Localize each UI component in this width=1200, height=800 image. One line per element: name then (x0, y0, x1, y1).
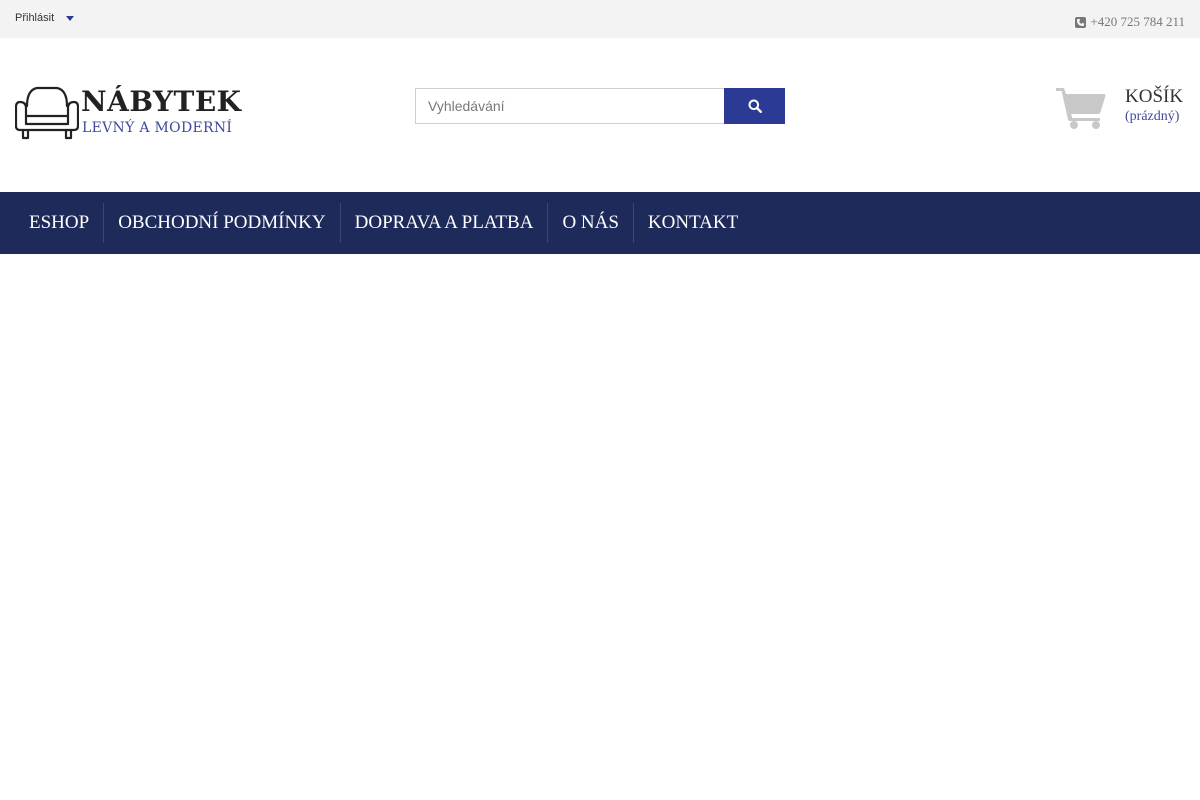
site-logo[interactable]: NÁBYTEK LEVNÝ A MODERNÍ (15, 84, 241, 144)
search-button[interactable] (724, 88, 785, 124)
phone-icon (1075, 16, 1087, 28)
logo-title: NÁBYTEK (81, 85, 242, 118)
nav-item-shipping-payment[interactable]: DOPRAVA A PLATBA (341, 203, 549, 243)
phone-contact: +420 725 784 211 (1075, 14, 1185, 30)
nav-item-eshop[interactable]: ESHOP (15, 203, 105, 243)
chevron-down-icon[interactable] (66, 16, 75, 21)
top-bar: Přihlásit +420 725 784 211 (0, 0, 1200, 38)
login-dropdown[interactable]: Přihlásit (15, 12, 75, 24)
cart-title[interactable]: KOŠÍK (1125, 86, 1183, 108)
main-navigation: ESHOP OBCHODNÍ PODMÍNKY DOPRAVA A PLATBA… (0, 192, 1200, 254)
shopping-cart-icon (1056, 88, 1106, 129)
nav-item-about[interactable]: O NÁS (548, 203, 634, 243)
cart-widget[interactable]: KOŠÍK (prázdný) (1054, 84, 1184, 134)
search-input[interactable] (415, 88, 724, 124)
phone-number: +420 725 784 211 (1090, 14, 1185, 29)
nav-item-contact[interactable]: KONTAKT (634, 203, 752, 243)
nav-item-terms[interactable]: OBCHODNÍ PODMÍNKY (104, 203, 341, 243)
search-form (415, 88, 785, 124)
search-icon (748, 99, 762, 113)
cart-status: (prázdný) (1125, 109, 1180, 124)
armchair-logo-icon (15, 86, 79, 140)
login-label[interactable]: Přihlásit (15, 12, 54, 24)
logo-subtitle: LEVNÝ A MODERNÍ (82, 120, 233, 136)
